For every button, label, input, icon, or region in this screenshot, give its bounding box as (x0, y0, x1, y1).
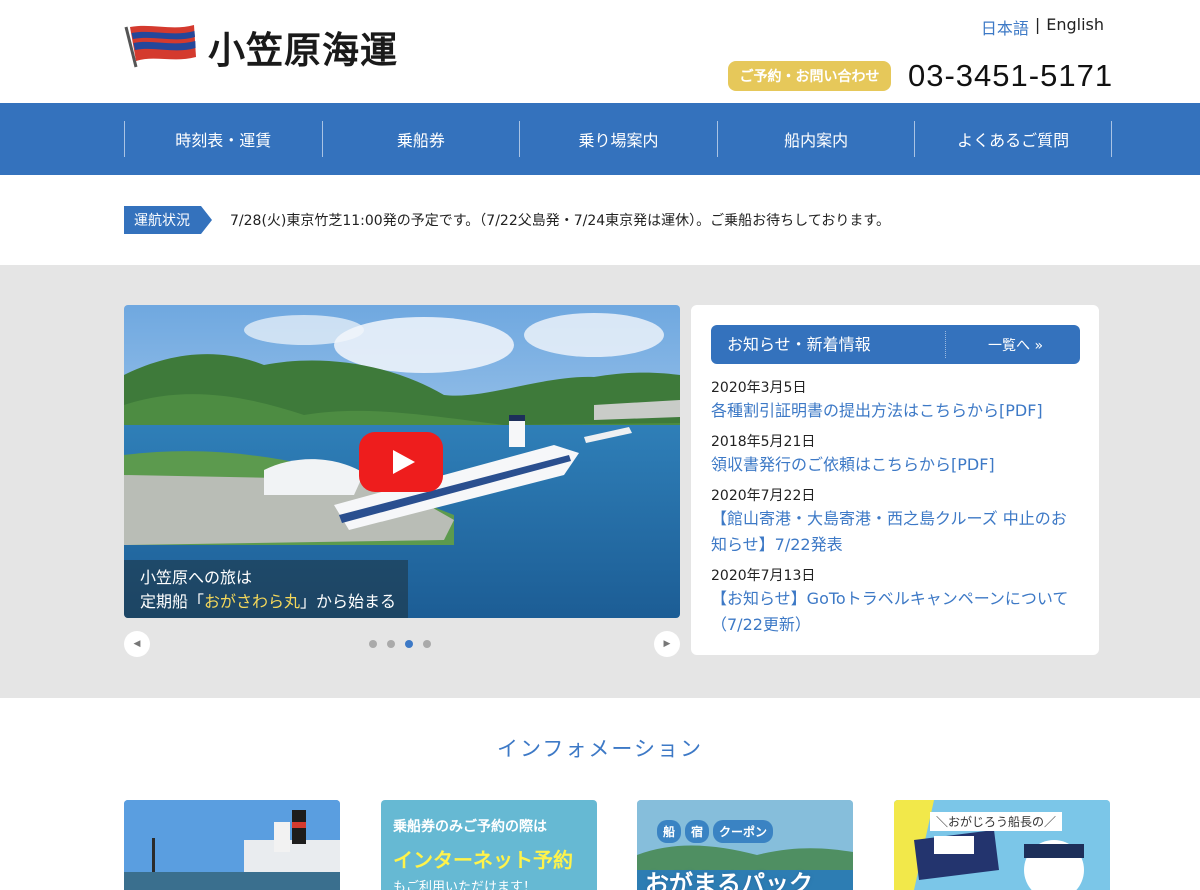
contact-button[interactable]: ご予約・お問い合わせ (728, 61, 891, 91)
lang-japanese-link[interactable]: 日本語 (981, 15, 1029, 39)
card3-tags: 船 宿 クーポン (657, 820, 774, 843)
info-card-ogamaru-pack[interactable]: 船 宿 クーポン おがまるパック (637, 800, 853, 890)
info-card-captain[interactable]: ＼おがじろう船長の／ (894, 800, 1110, 890)
card2-line2: インターネット予約 (393, 848, 573, 872)
news-title: お知らせ・新着情報 (711, 331, 946, 358)
slider-caption: 小笠原への旅は 定期船「おがさわら丸」から始まる (124, 560, 409, 618)
slider-pager: ◀ ▶ (124, 631, 680, 657)
nav-item-onboard[interactable]: 船内案内 (716, 121, 915, 157)
news-link[interactable]: 【館山寄港・大島寄港・西之島クルーズ 中止のお知らせ】7/22発表 (711, 506, 1081, 558)
caption-post: 」から始まる (300, 592, 397, 611)
news-date: 2020年7月13日 (711, 568, 816, 584)
caption-line2: 定期船「おがさわら丸」から始まる (140, 590, 396, 614)
language-switcher: 日本語 | English (981, 15, 1104, 39)
nav-item-timetable[interactable]: 時刻表・運賃 (124, 121, 322, 157)
lang-english-link[interactable]: English (1046, 15, 1104, 39)
news-list: 2020年3月5日 各種割引証明書の提出方法はこちらから[PDF] 2018年5… (711, 378, 1081, 646)
status-text: 7/28(火)東京竹芝11:00発の予定です。（7/22父島発・7/24東京発は… (230, 213, 890, 229)
nav-item-boarding[interactable]: 乗り場案内 (519, 121, 717, 157)
caption-pre: 定期船「 (140, 592, 205, 611)
news-item: 2020年3月5日 各種割引証明書の提出方法はこちらから[PDF] (711, 378, 1081, 424)
youtube-play-icon[interactable] (359, 432, 443, 492)
operation-status: 運航状況 7/28(火)東京竹芝11:00発の予定です。（7/22父島発・7/2… (0, 175, 1200, 265)
card4-line1: ＼おがじろう船長の／ (930, 812, 1063, 831)
phone-number[interactable]: 03-3451-5171 (908, 58, 1113, 94)
nav-item-tickets[interactable]: 乗船券 (321, 121, 520, 157)
info-section-title: インフォメーション (497, 737, 703, 761)
card2-line1: 乗船券のみご予約の際は (393, 819, 547, 835)
card2-line3: もご利用いただけます！ (393, 880, 537, 890)
news-link[interactable]: 【お知らせ】GoToトラベルキャンペーンについて（7/22更新） (711, 586, 1081, 638)
card3-tag: クーポン (713, 820, 774, 843)
contact-area: ご予約・お問い合わせ 03-3451-5171 (728, 58, 1113, 94)
lang-separator: | (1034, 15, 1041, 34)
news-link[interactable]: 各種割引証明書の提出方法はこちらから[PDF] (711, 398, 1081, 424)
card3-title: おがまるパック (645, 870, 813, 890)
video-slider[interactable]: 小笠原への旅は 定期船「おがさわら丸」から始まる (124, 305, 680, 618)
slider-dot[interactable] (387, 640, 395, 648)
news-date: 2020年3月5日 (711, 380, 807, 396)
slider-dots (369, 640, 431, 648)
news-header: お知らせ・新着情報 一覧へ » (711, 325, 1080, 364)
status-badge: 運航状況 (124, 206, 212, 234)
main-nav: 時刻表・運賃 乗船券 乗り場案内 船内案内 よくあるご質問 (0, 103, 1200, 175)
news-item: 2020年7月22日 【館山寄港・大島寄港・西之島クルーズ 中止のお知らせ】7/… (711, 486, 1081, 558)
flag-icon (124, 25, 196, 68)
next-arrow-icon[interactable]: ▶ (654, 631, 680, 657)
news-item: 2018年5月21日 領収書発行のご依頼はこちらから[PDF] (711, 432, 1081, 478)
slider-dot[interactable] (369, 640, 377, 648)
caption-line1: 小笠原への旅は (140, 568, 253, 587)
news-more-link[interactable]: 一覧へ » (946, 335, 1043, 355)
slider-dot-active[interactable] (405, 640, 413, 648)
news-link[interactable]: 領収書発行のご依頼はこちらから[PDF] (711, 452, 1081, 478)
prev-arrow-icon[interactable]: ◀ (124, 631, 150, 657)
ship-photo (124, 800, 340, 890)
info-card-internet-booking[interactable]: 乗船券のみご予約の際は インターネット予約 もご利用いただけます！ (381, 800, 597, 890)
news-item: 2020年7月13日 【お知らせ】GoToトラベルキャンペーンについて（7/22… (711, 566, 1081, 638)
logo-text: 小笠原海運 (208, 29, 398, 72)
card3-tag: 船 (657, 820, 682, 843)
card3-tag: 宿 (685, 820, 710, 843)
caption-ship-name: おがさわら丸 (204, 592, 301, 611)
news-panel: お知らせ・新着情報 一覧へ » 2020年3月5日 各種割引証明書の提出方法はこ… (691, 305, 1099, 655)
news-date: 2020年7月22日 (711, 488, 816, 504)
site-header: 小笠原海運 日本語 | English ご予約・お問い合わせ 03-3451-5… (0, 0, 1200, 103)
news-date: 2018年5月21日 (711, 434, 816, 450)
info-card-ship[interactable] (124, 800, 340, 890)
slider-dot[interactable] (423, 640, 431, 648)
site-logo[interactable]: 小笠原海運 (122, 18, 398, 74)
nav-item-faq[interactable]: よくあるご質問 (914, 121, 1112, 157)
hero-section: 小笠原への旅は 定期船「おがさわら丸」から始まる ◀ ▶ お知らせ・新着情報 一… (0, 265, 1200, 698)
